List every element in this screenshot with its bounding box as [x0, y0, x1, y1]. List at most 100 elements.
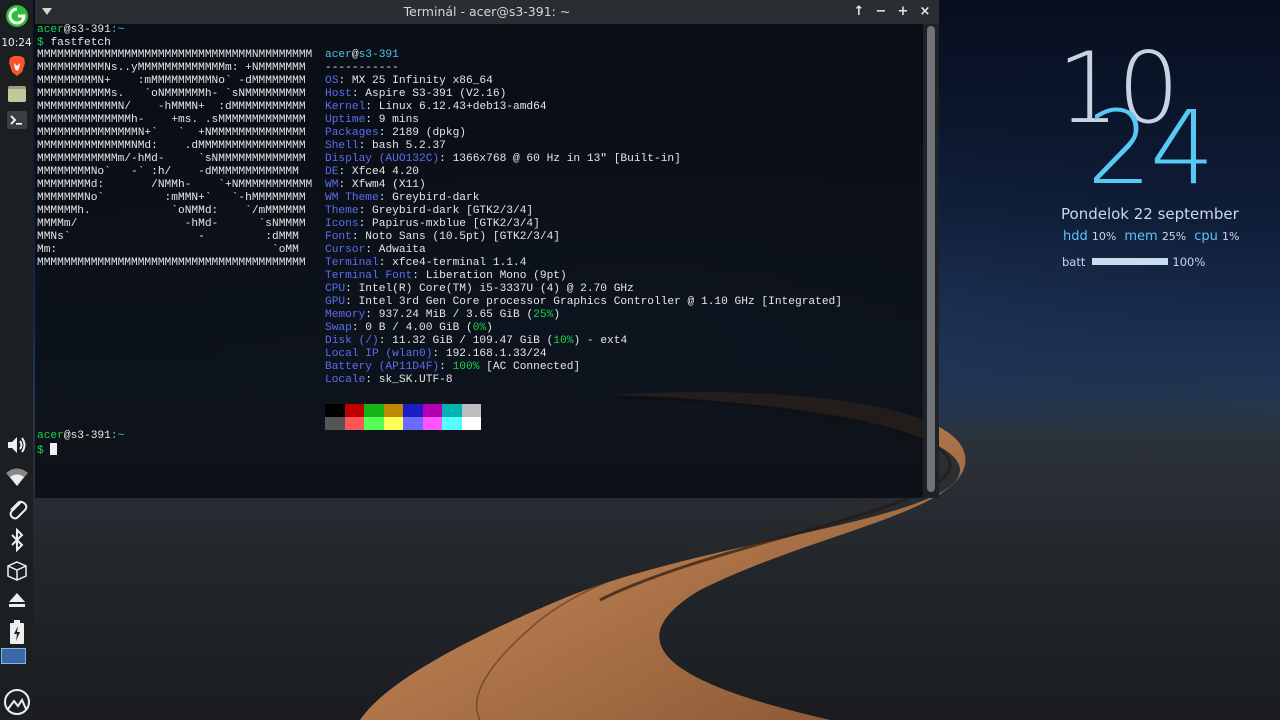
info-key: CPU — [325, 283, 346, 295]
minimize-button[interactable]: − — [873, 4, 889, 20]
mx-menu-icon[interactable] — [4, 3, 29, 28]
info-value: Papirus-mxblue [GTK2/3/4] — [372, 218, 540, 230]
scrollbar-thumb[interactable] — [927, 26, 935, 492]
battery-icon[interactable] — [4, 619, 29, 644]
info-title-user: acer — [325, 49, 352, 61]
batt-value: 100% — [1172, 255, 1206, 269]
clip-icon[interactable] — [4, 496, 29, 521]
input-line[interactable]: $ — [37, 443, 58, 458]
ascii-logo-line: MMMMMMMMMMMMMMMMMMMMMMMMMMMMMMMMNMMMMMMM… — [37, 49, 313, 61]
stat-label: mem — [1124, 229, 1162, 244]
workspace-icon[interactable] — [1, 648, 26, 664]
ascii-logo-line: MMMMMMMNo` :mMMN+` `-hMMMMMMMM — [37, 192, 306, 204]
color-palette — [325, 404, 481, 430]
ascii-logo-line: MMMMMMMMMN+ :mMMMMMMMMMNo` -dMMMMMMMM — [37, 75, 306, 87]
palette-swatch — [325, 404, 345, 417]
brave-browser-icon[interactable] — [4, 53, 29, 78]
info-value: Linux 6.12.43+deb13-amd64 — [378, 101, 547, 113]
window-menu-icon[interactable] — [41, 6, 53, 18]
panel-clock[interactable]: 10:24 — [0, 37, 33, 49]
info-value: 0 B / 4.00 GiB — [365, 322, 467, 334]
palette-swatch — [422, 404, 442, 417]
info-key: Packages — [325, 127, 379, 139]
conky-date: Pondelok 22 september — [1061, 205, 1239, 223]
stat-value: 1% — [1222, 230, 1240, 243]
stat-value: 25% — [1161, 230, 1187, 243]
palette-swatch — [383, 417, 403, 430]
info-key: Display (AUO132C) — [325, 153, 440, 165]
info-value: bash 5.2.37 — [372, 140, 446, 152]
above-button[interactable]: ↑ — [851, 4, 867, 20]
info-value: Xfwm4 (X11) — [351, 179, 426, 191]
system-info: acer@s3-391 ----------- OS: MX 25 Infini… — [325, 49, 842, 386]
window-titlebar[interactable]: Terminál - acer@s3-391: ~ ↑ − + × — [35, 0, 939, 24]
eject-icon[interactable] — [4, 587, 29, 612]
info-title-host: s3-391 — [358, 49, 399, 61]
info-value: Xfce4 4.20 — [351, 166, 420, 178]
maximize-button[interactable]: + — [895, 4, 911, 20]
ascii-logo-line: Mm: `oMM — [37, 244, 299, 256]
info-key: Disk (/) — [325, 335, 379, 347]
text-cursor — [50, 443, 58, 455]
palette-swatch — [383, 404, 403, 417]
terminal-window[interactable]: Terminál - acer@s3-391: ~ ↑ − + × acer@s… — [35, 0, 939, 498]
palette-swatch — [461, 417, 481, 430]
ascii-logo-line: MMMMMMMMd: /NMMh- `+NMMMMMMMMMMM — [37, 179, 313, 191]
info-value: Greybird-dark [GTK2/3/4] — [372, 205, 534, 217]
bluetooth-icon[interactable] — [4, 527, 29, 552]
info-key: Uptime — [325, 114, 366, 126]
info-row: Terminal: xfce4-terminal 1.1.4 — [325, 257, 527, 269]
palette-swatch — [442, 404, 462, 417]
close-button[interactable]: × — [917, 4, 933, 20]
ascii-logo: MMMMMMMMMMMMMMMMMMMMMMMMMMMMMMMMNMMMMMMM… — [37, 49, 312, 270]
info-value: Intel 3rd Gen Core processor Graphics Co… — [358, 296, 842, 308]
info-value: 937.24 MiB / 3.65 GiB — [378, 309, 527, 321]
info-percent: 0% — [472, 322, 487, 334]
scrollbar[interactable] — [923, 24, 939, 498]
terminal-output[interactable]: acer@s3-391:~ $ fastfetch MMMMMMMMMMMMMM… — [35, 24, 923, 498]
info-value: MX 25 Infinity x86_64 — [351, 75, 493, 87]
ascii-logo-line: MMNs` - :dMMM — [37, 231, 299, 243]
info-row: Icons: Papirus-mxblue [GTK2/3/4] — [325, 218, 540, 230]
info-key: GPU — [325, 296, 346, 308]
info-row: CPU: Intel(R) Core(TM) i5-3337U (4) @ 2.… — [325, 283, 634, 295]
mx-logo-icon[interactable] — [3, 688, 31, 716]
info-value: Greybird-dark — [392, 192, 480, 204]
package-icon[interactable] — [4, 558, 29, 583]
palette-swatch — [442, 417, 462, 430]
info-row: GPU: Intel 3rd Gen Core processor Graphi… — [325, 296, 842, 308]
terminal-icon[interactable] — [4, 107, 29, 132]
info-value: 2189 (dpkg) — [392, 127, 467, 139]
left-panel: 10:24 — [0, 0, 33, 720]
wifi-icon[interactable] — [4, 464, 29, 489]
ascii-logo-line: MMMMMMMMMMMMMMMN+` ` +NMMMMMMMMMMMMMM — [37, 127, 306, 139]
info-value: 9 mins — [378, 114, 420, 126]
info-value: Noto Sans (10.5pt) [GTK2/3/4] — [365, 231, 560, 243]
info-key: Kernel — [325, 101, 366, 113]
info-row: Theme: Greybird-dark [GTK2/3/4] — [325, 205, 534, 217]
info-percent: 10% — [553, 335, 574, 347]
palette-swatch — [344, 404, 364, 417]
info-separator: ----------- — [325, 62, 399, 74]
info-row: DE: Xfce4 4.20 — [325, 166, 420, 178]
volume-icon[interactable] — [4, 432, 29, 457]
info-key: Icons — [325, 218, 359, 230]
palette-swatch — [344, 417, 364, 430]
info-key: Memory — [325, 309, 366, 321]
info-value: 192.168.1.33/24 — [445, 348, 547, 360]
info-key: Terminal Font — [325, 270, 413, 282]
info-key: DE — [325, 166, 339, 178]
info-value: 1366x768 @ 60 Hz in 13" [Built-in] — [452, 153, 681, 165]
info-key: Terminal — [325, 257, 379, 269]
info-row: Display (AUO132C): 1366x768 @ 60 Hz in 1… — [325, 153, 681, 165]
ascii-logo-line: MMMMMMMMMMMMMMh- +ms. .sMMMMMMMMMMMMM — [37, 114, 306, 126]
info-row: Locale: sk_SK.UTF-8 — [325, 374, 453, 386]
info-value: Liberation Mono (9pt) — [425, 270, 567, 282]
ascii-logo-line: MMMMMMMMMMMMMMNMd: .dMMMMMMMMMMMMMMMM — [37, 140, 306, 152]
battery-bar — [1092, 258, 1169, 265]
ascii-logo-line: MMMMMMMMMMMMm/-hMd- `sNMMMMMMMMMMMMM — [37, 153, 306, 165]
file-manager-icon[interactable] — [4, 81, 29, 106]
info-key: Swap — [325, 322, 352, 334]
info-key: WM Theme — [325, 192, 379, 204]
info-suffix: - ext4 — [580, 335, 628, 347]
